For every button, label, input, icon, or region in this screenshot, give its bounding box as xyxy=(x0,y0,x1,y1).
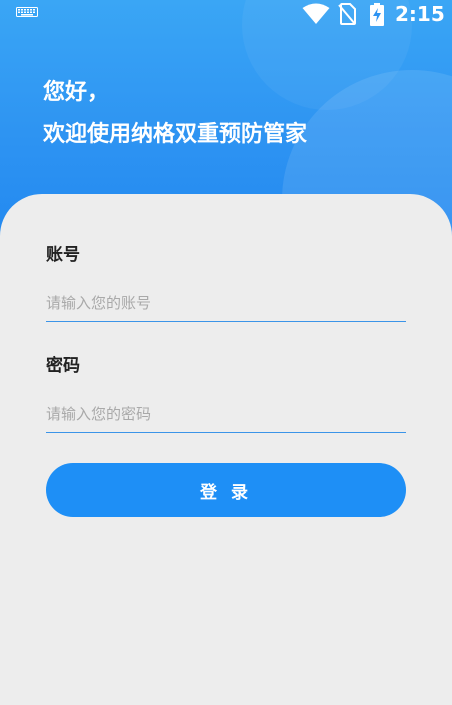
greeting-text: 您好， xyxy=(43,80,110,105)
battery-charging-icon xyxy=(370,3,384,26)
wifi-icon xyxy=(302,3,330,24)
welcome-title: 欢迎使用纳格双重预防管家 xyxy=(43,122,308,147)
no-sim-icon xyxy=(338,3,356,25)
keyboard-icon xyxy=(16,7,38,17)
login-form-card xyxy=(0,194,452,705)
login-screen: 2:15 您好， 欢迎使用纳格双重预防管家 账号 密码 登 录 xyxy=(0,0,452,705)
login-button[interactable]: 登 录 xyxy=(46,463,406,517)
account-label: 账号 xyxy=(46,245,80,265)
password-label: 密码 xyxy=(46,356,80,376)
password-input[interactable] xyxy=(46,396,406,433)
status-time: 2:15 xyxy=(395,2,445,26)
account-input[interactable] xyxy=(46,285,406,322)
status-bar: 2:15 xyxy=(0,0,452,28)
